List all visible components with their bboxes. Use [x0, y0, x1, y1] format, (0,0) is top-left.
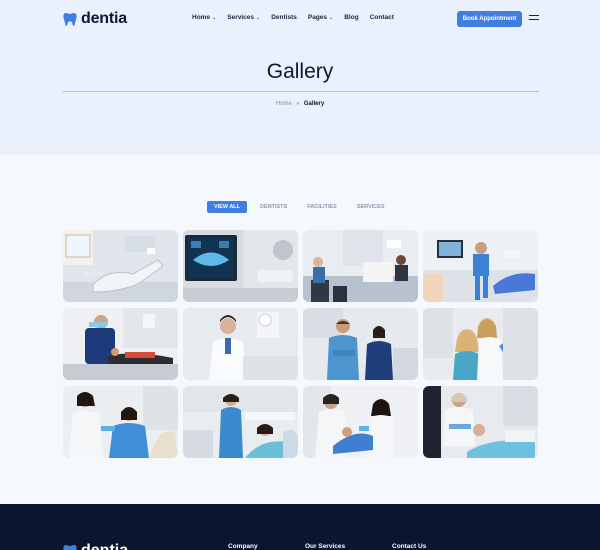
book-appointment-button[interactable]: Book Appointment [457, 11, 522, 27]
filter-tab-view-all[interactable]: VIEW ALL [207, 201, 247, 213]
gallery-photo-clinic-reception[interactable] [303, 230, 418, 302]
nav-dentists[interactable]: Dentists [271, 14, 297, 21]
breadcrumb-current: Gallery [303, 101, 325, 107]
chevron-down-icon: ⌄ [212, 14, 217, 21]
brand-name: dentia [81, 10, 127, 27]
gallery-photo-happy-patients[interactable] [423, 308, 538, 380]
nav-services[interactable]: Services ⌄ [227, 14, 260, 21]
gallery-photo-dental-procedure[interactable] [423, 386, 538, 458]
gallery-photo-female-dentist-portrait[interactable] [183, 308, 298, 380]
breadcrumb: Home › Gallery [0, 101, 600, 107]
breadcrumb-home-link[interactable]: Home [276, 101, 292, 107]
nav-label: Dentists [271, 14, 297, 21]
filter-tab-facilities[interactable]: FACILITIES [307, 201, 337, 213]
nav-label: Blog [344, 14, 359, 21]
gallery-photo-patient-check-up[interactable] [63, 386, 178, 458]
hamburger-menu-icon[interactable] [529, 15, 539, 22]
nav-label: Services [227, 14, 255, 21]
gallery-photo-nurse-with-patient[interactable] [183, 386, 298, 458]
footer-brand-logo[interactable]: dentia [63, 542, 128, 550]
brand-logo[interactable]: dentia [63, 10, 127, 28]
nav-label: Home [192, 14, 211, 21]
nav-label: Contact [369, 14, 394, 21]
site-footer: dentia Company Our Services Contact Us [0, 504, 600, 550]
nav-label: Pages [307, 14, 328, 21]
tooth-icon [63, 12, 77, 26]
divider [63, 91, 539, 92]
gallery-photo-dental-team[interactable] [303, 308, 418, 380]
gallery-photo-dentist-treating-patient[interactable] [63, 308, 178, 380]
nav-pages[interactable]: Pages ⌄ [308, 14, 333, 21]
nav-home[interactable]: Home ⌄ [192, 14, 216, 21]
footer-brand-name: dentia [81, 542, 128, 550]
gallery-photo-xray-monitors[interactable] [183, 230, 298, 302]
page-hero: dentia Home ⌄ Services ⌄ Dentists Pages ⌄ B… [0, 0, 600, 155]
gallery-filter-tabs: VIEW ALL DENTISTS FACILITIES SERVICES [207, 201, 385, 213]
filter-tab-services[interactable]: SERVICES [357, 201, 385, 213]
gallery-grid [63, 230, 538, 458]
gallery-photo-dental-exam[interactable] [303, 386, 418, 458]
footer-heading-company: Company [228, 543, 258, 550]
nav-contact[interactable]: Contact [370, 14, 394, 21]
gallery-photo-dentist-office[interactable] [423, 230, 538, 302]
gallery-photo-dental-chair-room[interactable] [63, 230, 178, 302]
footer-heading-contact: Contact Us [392, 543, 427, 550]
nav-blog[interactable]: Blog [344, 14, 358, 21]
main-menu: Home ⌄ Services ⌄ Dentists Pages ⌄ Blog Con… [192, 14, 394, 21]
footer-heading-services: Our Services [305, 543, 346, 550]
chevron-right-icon: › [296, 101, 299, 107]
tooth-icon [63, 544, 77, 550]
chevron-down-icon: ⌄ [329, 14, 334, 21]
page-title: Gallery [266, 60, 334, 83]
top-navigation: dentia Home ⌄ Services ⌄ Dentists Pages ⌄ B… [0, 0, 600, 36]
filter-tab-dentists[interactable]: DENTISTS [260, 201, 287, 213]
chevron-down-icon: ⌄ [256, 14, 261, 21]
